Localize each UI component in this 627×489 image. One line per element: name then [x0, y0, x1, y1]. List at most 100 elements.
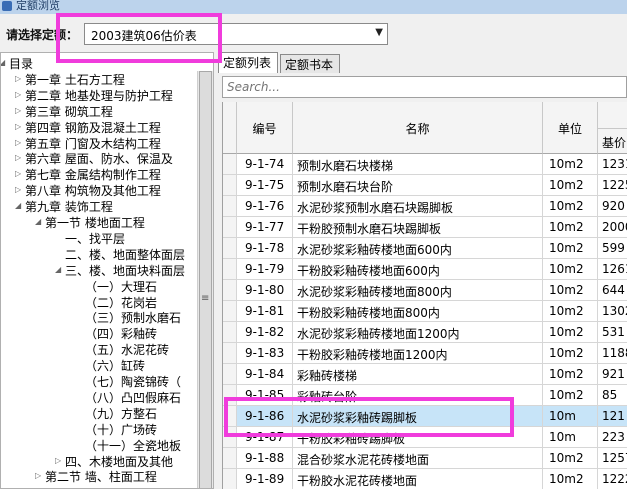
- tree-item-label: 第九章 装饰工程: [25, 200, 113, 215]
- table-row[interactable]: 9-1-75预制水磨石块台阶10m21225: [223, 175, 627, 196]
- cell-name: 水泥砂浆彩釉砖楼地面800内: [293, 280, 543, 301]
- tree-item[interactable]: （五）水泥花砖: [85, 341, 169, 357]
- tree-item[interactable]: ▷ 第四章 钢筋及混凝土工程: [15, 119, 161, 135]
- collapsed-triangle-icon[interactable]: ▷: [15, 122, 21, 131]
- tree-item[interactable]: ▷ 第二章 地基处理与防护工程: [15, 87, 173, 103]
- cell-base: 921: [598, 364, 627, 385]
- tree-item[interactable]: ◢ 第九章 装饰工程: [15, 198, 113, 215]
- column-header-base[interactable]: 基价: [598, 102, 627, 154]
- column-header-code[interactable]: 编号: [237, 102, 293, 154]
- collapsed-triangle-icon[interactable]: ▷: [15, 74, 21, 83]
- quota-select-row: 请选择定额： 2003建筑06估价表 ▼: [0, 14, 627, 50]
- collapsed-triangle-icon[interactable]: ▷: [15, 106, 21, 115]
- expanded-triangle-icon[interactable]: ◢: [35, 217, 41, 226]
- cell-base: 920: [598, 196, 627, 217]
- cell-code: 9-1-84: [237, 364, 293, 385]
- tree-item[interactable]: （三）预制水磨石: [85, 309, 181, 325]
- cell-code: 9-1-77: [237, 217, 293, 238]
- tree-item-label: 第三章 砌筑工程: [25, 104, 113, 119]
- tree-item[interactable]: （四）彩釉砖: [85, 325, 157, 341]
- table-row[interactable]: 9-1-85 彩釉砖台阶 10m2 85: [223, 385, 627, 406]
- tree-item[interactable]: （九）方整石: [85, 405, 157, 421]
- tree-item[interactable]: ◢ 第一节 楼地面工程: [35, 214, 145, 230]
- table-row[interactable]: 9-1-83干粉胶彩釉砖楼地面1200内10m21188: [223, 343, 627, 364]
- cell-name: 彩釉砖楼梯: [293, 364, 543, 385]
- collapsed-triangle-icon[interactable]: ▷: [35, 471, 41, 480]
- table-row[interactable]: 9-1-78 水泥砂浆彩釉砖楼地面600内 10m2 599: [223, 238, 627, 259]
- cell-base: 1257: [598, 448, 627, 469]
- table-row[interactable]: 9-1-74预制水磨石块楼梯10m21231: [223, 154, 627, 175]
- cell-unit: 10m2: [543, 217, 598, 238]
- search-box[interactable]: [222, 76, 627, 98]
- tree-item[interactable]: ▷ 第六章 屋面、防水、保温及: [15, 150, 173, 166]
- tab-quota-list[interactable]: 定额列表: [218, 52, 278, 73]
- chevron-down-icon[interactable]: ▼: [375, 27, 383, 38]
- row-header-cell: [223, 259, 237, 280]
- tree-item[interactable]: ▷ 第三章 砌筑工程: [15, 103, 113, 119]
- quota-table[interactable]: 编号 名称 单位 基价 9-1-74预制水磨石块楼梯10m212319-1-75…: [222, 102, 627, 489]
- cell-name: 干粉胶预制水磨石块踢脚板: [293, 217, 543, 238]
- table-row[interactable]: 9-1-84 彩釉砖楼梯 10m2 921: [223, 364, 627, 385]
- row-header-cell: [223, 322, 237, 343]
- tree-item[interactable]: 二、楼、地面整体面层: [65, 246, 185, 262]
- table-row[interactable]: 9-1-89干粉胶水泥花砖楼地面10m21222: [223, 469, 627, 489]
- cell-unit: 10m: [543, 427, 598, 448]
- collapsed-triangle-icon[interactable]: ▷: [15, 185, 21, 194]
- tree-item[interactable]: 一、找平层: [65, 230, 125, 246]
- expanded-triangle-icon[interactable]: ◢: [15, 201, 21, 210]
- tree-scrollbar[interactable]: ≡: [197, 71, 213, 488]
- tree-item[interactable]: （七）陶瓷锦砖（: [85, 373, 181, 389]
- cell-base: 223: [598, 427, 627, 448]
- cell-code: 9-1-85: [237, 385, 293, 406]
- cell-name: 水泥砂浆预制水磨石块踢脚板: [293, 196, 543, 217]
- table-row[interactable]: 9-1-86 水泥砂浆彩釉砖踢脚板 10m 121: [223, 406, 627, 427]
- row-header-cell: [223, 217, 237, 238]
- table-row[interactable]: 9-1-81干粉胶彩釉砖楼地面800内10m21302: [223, 301, 627, 322]
- cell-name: 干粉胶彩釉砖楼地面600内: [293, 259, 543, 280]
- tree-item-label: （五）水泥花砖: [85, 343, 170, 358]
- expanded-triangle-icon[interactable]: ◢: [1, 58, 5, 67]
- tree-item[interactable]: （二）花岗岩: [85, 294, 157, 310]
- table-row[interactable]: 9-1-87 干粉胶彩釉砖踢脚板 10m 223: [223, 427, 627, 448]
- collapsed-triangle-icon[interactable]: ▷: [15, 138, 21, 147]
- tree-item[interactable]: （六）缸砖: [85, 357, 145, 373]
- tree-item[interactable]: ◢ 三、楼、地面块料面层: [55, 262, 185, 278]
- cell-base: 1261: [598, 259, 627, 280]
- tree-item[interactable]: ▷ 四、木楼地面及其他: [55, 453, 173, 469]
- column-header-name[interactable]: 名称: [293, 102, 543, 154]
- table-row[interactable]: 9-1-79干粉胶彩釉砖楼地面600内10m21261: [223, 259, 627, 280]
- tree-item[interactable]: （十）广场砖: [85, 421, 157, 437]
- tree-item[interactable]: ▷ 第二节 墙、柱面工程: [35, 468, 157, 484]
- tree-item[interactable]: ▷ 第五章 门窗及木结构工程: [15, 135, 161, 151]
- tab-quota-book[interactable]: 定额书本: [280, 54, 340, 73]
- collapsed-triangle-icon[interactable]: ▷: [15, 90, 21, 99]
- tree-item-label: 第八章 构筑物及其他工程: [25, 184, 161, 199]
- table-row[interactable]: 9-1-77干粉胶预制水磨石块踢脚板10m22000: [223, 217, 627, 238]
- cell-base: 531: [598, 322, 627, 343]
- collapsed-triangle-icon[interactable]: ▷: [55, 456, 61, 465]
- tree-item[interactable]: ▷ 第八章 构筑物及其他工程: [15, 182, 161, 199]
- search-input[interactable]: [223, 77, 626, 97]
- tree-scrollbar-thumb[interactable]: [199, 71, 212, 488]
- tree-item[interactable]: （一）大理石: [85, 278, 157, 294]
- table-row[interactable]: 9-1-76 水泥砂浆预制水磨石块踢脚板 10m2 920: [223, 196, 627, 217]
- tree-item[interactable]: （十一）全瓷地板: [85, 437, 181, 453]
- collapsed-triangle-icon[interactable]: ▷: [15, 169, 21, 178]
- collapsed-triangle-icon[interactable]: ▷: [15, 153, 21, 162]
- expanded-triangle-icon[interactable]: ◢: [55, 265, 61, 274]
- chapter-tree[interactable]: ◢ 目录 ▷ 第一章 土石方工程 ▷ 第二章 地基处理与防护工程 ▷ 第三章 砌筑工程 ▷ 第四章…: [0, 52, 214, 489]
- column-header-unit[interactable]: 单位: [543, 102, 598, 154]
- tree-item-label: 第二章 地基处理与防护工程: [25, 88, 173, 103]
- table-row[interactable]: 9-1-88混合砂浆水泥花砖楼地面10m21257: [223, 448, 627, 469]
- tree-item[interactable]: ▷ 第七章 金属结构制作工程: [15, 166, 161, 182]
- table-row[interactable]: 9-1-80 水泥砂浆彩釉砖楼地面800内 10m2 644: [223, 280, 627, 301]
- table-row[interactable]: 9-1-82 水泥砂浆彩釉砖楼地面1200内 10m2 531: [223, 322, 627, 343]
- cell-unit: 10m2: [543, 280, 598, 301]
- tree-item[interactable]: （八）凸凹假麻石: [85, 389, 181, 405]
- tree-item[interactable]: ◢ 目录: [1, 55, 33, 71]
- cell-unit: 10m2: [543, 259, 598, 280]
- tree-item[interactable]: ▷ 第一章 土石方工程: [15, 71, 125, 87]
- quota-select-dropdown[interactable]: 2003建筑06估价表 ▼: [84, 23, 388, 45]
- cell-code: 9-1-87: [237, 427, 293, 448]
- cell-code: 9-1-78: [237, 238, 293, 259]
